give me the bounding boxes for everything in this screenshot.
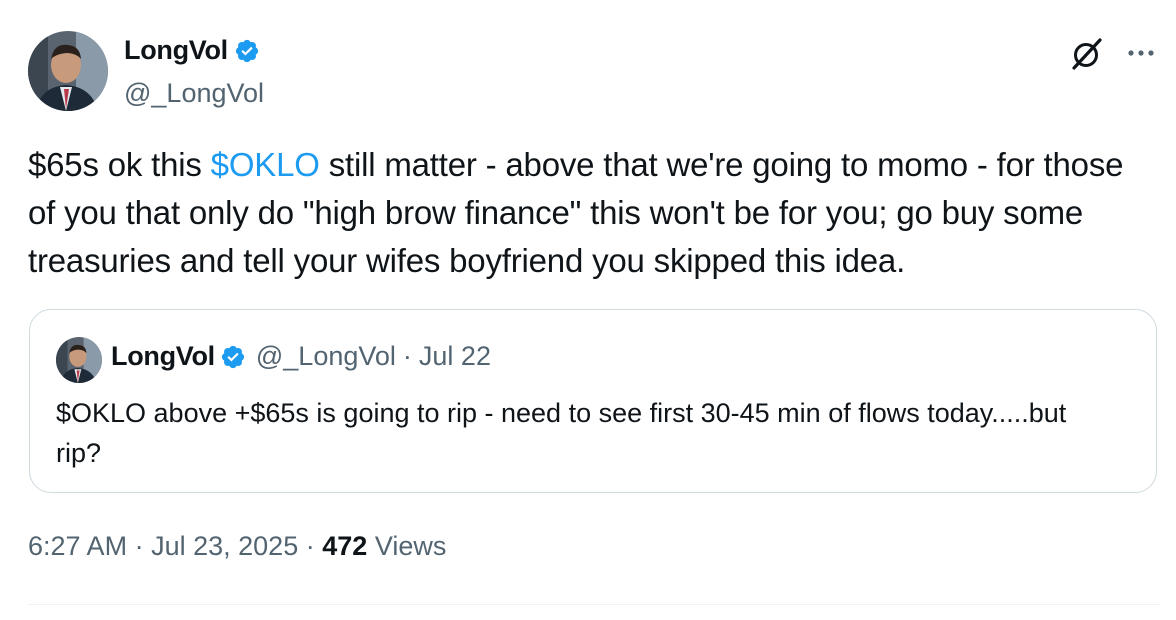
- author-avatar[interactable]: [28, 31, 108, 111]
- quoted-author-name: LongVol: [111, 341, 215, 371]
- cashtag-link[interactable]: $OKLO: [211, 146, 320, 183]
- tweet-meta: 6:27 AM · Jul 23, 2025 · 472 Views: [28, 531, 446, 562]
- views-label[interactable]: Views: [375, 531, 447, 561]
- quoted-text: $OKLO above +$65s is going to rip - need…: [56, 398, 1067, 468]
- tweet-time[interactable]: 6:27 AM: [28, 531, 127, 561]
- tweet-date[interactable]: Jul 23, 2025: [151, 531, 298, 561]
- quoted-date: Jul 22: [418, 341, 491, 371]
- author-name[interactable]: LongVol: [124, 35, 228, 66]
- quoted-tweet[interactable]: LongVol @_LongVol · Jul 22 $OKLO above +…: [29, 309, 1157, 493]
- grok-icon[interactable]: [1068, 35, 1106, 73]
- divider: [28, 604, 1160, 605]
- quoted-header: LongVol @_LongVol · Jul 22: [111, 341, 491, 372]
- quoted-author-avatar: [56, 337, 102, 383]
- tweet-text-start: $65s ok this: [28, 146, 211, 183]
- quoted-separator: ·: [402, 341, 412, 371]
- meta-separator: ·: [134, 531, 144, 561]
- quoted-author-handle: @_LongVol: [255, 341, 396, 371]
- verified-badge-icon: [220, 344, 246, 370]
- meta-separator: ·: [305, 531, 315, 561]
- views-count[interactable]: 472: [322, 531, 367, 561]
- author-name-row: LongVol: [124, 35, 260, 66]
- verified-badge-icon[interactable]: [234, 38, 260, 64]
- author-handle[interactable]: @_LongVol: [124, 78, 264, 109]
- more-icon[interactable]: [1126, 46, 1156, 58]
- tweet-text: $65s ok this $OKLO still matter - above …: [28, 141, 1148, 285]
